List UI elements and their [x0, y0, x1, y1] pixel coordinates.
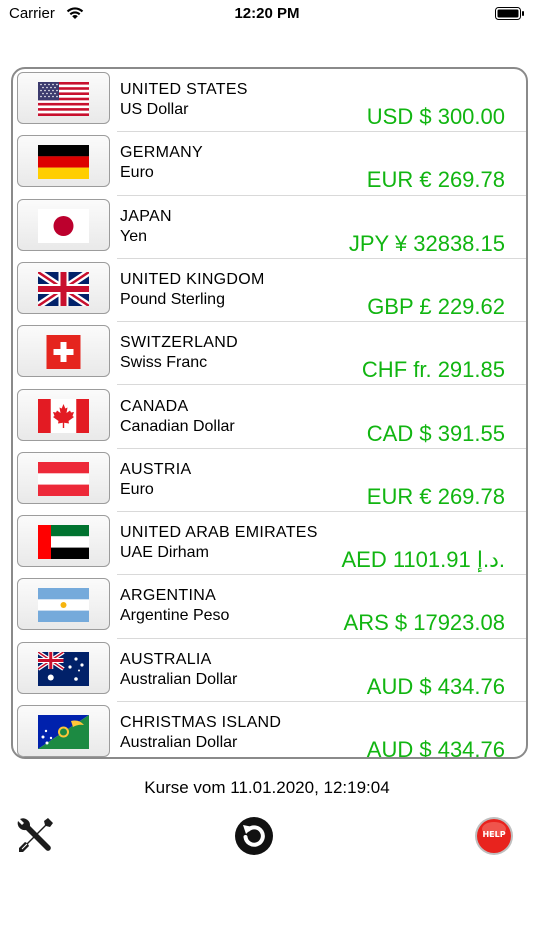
status-bar: Carrier 12:20 PM: [0, 0, 534, 30]
converted-amount: AUD $ 434.76: [366, 737, 505, 759]
flag-button[interactable]: [17, 515, 110, 568]
converted-amount: USD $ 300.00: [366, 104, 505, 129]
canada-flag-icon: [38, 398, 89, 433]
currency-list[interactable]: UNITED STATES US Dollar USD $ 300.00 GER…: [11, 67, 528, 759]
country-name: AUSTRALIA: [120, 650, 212, 668]
flag-button[interactable]: [17, 135, 110, 188]
currency-name: Euro: [120, 480, 154, 498]
country-name: SWITZERLAND: [120, 334, 238, 352]
country-name: UNITED STATES: [120, 81, 248, 98]
germany-flag-icon: [38, 145, 89, 180]
currency-row-eur[interactable]: GERMANY Euro EUR € 269.78: [13, 132, 526, 196]
rates-timestamp: Kurse vom 11.01.2020, 12:19:04: [144, 778, 390, 797]
currency-row-aud[interactable]: AUSTRALIA Australian Dollar AUD $ 434.76: [13, 639, 526, 702]
country-name: AUSTRIA: [120, 460, 192, 478]
japan-flag-icon: [38, 208, 89, 243]
tools-icon: [17, 818, 53, 852]
currency-name: Australian Dollar: [120, 734, 238, 751]
help-button[interactable]: HELP: [474, 816, 514, 856]
converted-amount: EUR € 269.78: [366, 167, 505, 193]
converted-amount: EUR € 269.78: [366, 483, 505, 509]
switzerland-flag-icon: [46, 335, 81, 370]
country-name: CANADA: [120, 397, 189, 415]
battery-icon: [495, 7, 524, 20]
converted-amount: AUD $ 434.76: [366, 673, 505, 699]
currency-name: Swiss Franc: [120, 354, 208, 372]
flag-button[interactable]: [17, 325, 110, 378]
flag-button[interactable]: [17, 72, 110, 124]
austria-flag-icon: [38, 461, 89, 496]
currency-row-cad[interactable]: CANADA Canadian Dollar CAD $ 391.55: [13, 386, 526, 449]
currency-row-aed[interactable]: UNITED ARAB EMIRATES UAE Dirham AED 1101…: [13, 512, 526, 576]
flag-button[interactable]: [17, 578, 110, 631]
us-flag-icon: [38, 82, 89, 116]
currency-row-usd[interactable]: UNITED STATES US Dollar USD $ 300.00: [13, 69, 526, 133]
currency-name: Argentine Peso: [120, 607, 230, 625]
clock: 12:20 PM: [234, 5, 300, 22]
converted-amount: ARS $ 17923.08: [343, 610, 505, 636]
refresh-button[interactable]: [234, 816, 274, 856]
currency-name: Euro: [120, 164, 154, 182]
currency-row-aud-christmas-island[interactable]: CHRISTMAS ISLAND Australian Dollar AUD $…: [13, 702, 526, 759]
refresh-icon: [235, 817, 273, 855]
currency-row-jpy[interactable]: JAPAN Yen JPY ¥ 32838.15: [13, 196, 526, 259]
currency-name: UAE Dirham: [120, 544, 209, 562]
flag-button[interactable]: [17, 641, 110, 694]
country-name: CHRISTMAS ISLAND: [120, 714, 282, 731]
converted-amount: CHF fr. 291.85: [361, 357, 505, 383]
converted-amount: JPY ¥ 32838.15: [348, 230, 505, 256]
currency-row-gbp[interactable]: UNITED KINGDOM Pound Sterling GBP £ 229.…: [13, 259, 526, 323]
converted-amount: AED 1101.91 د.إ.: [341, 547, 505, 573]
flag-button[interactable]: [17, 705, 110, 757]
flag-button[interactable]: [17, 451, 110, 504]
country-name: UNITED ARAB EMIRATES: [120, 524, 318, 542]
flag-button[interactable]: [17, 388, 110, 441]
settings-button[interactable]: [14, 815, 56, 857]
country-name: ARGENTINA: [120, 587, 217, 605]
uae-flag-icon: [38, 525, 89, 560]
currency-name: US Dollar: [120, 101, 189, 118]
australia-flag-icon: [38, 651, 89, 686]
converted-amount: GBP £ 229.62: [367, 293, 505, 319]
currency-name: Pound Sterling: [120, 290, 225, 308]
currency-name: Australian Dollar: [120, 670, 238, 688]
flag-button[interactable]: [17, 198, 110, 251]
christmas-island-flag-icon: [38, 715, 89, 749]
country-name: JAPAN: [120, 207, 172, 225]
currency-row-ars[interactable]: ARGENTINA Argentine Peso ARS $ 17923.08: [13, 575, 526, 639]
argentina-flag-icon: [38, 588, 89, 623]
currency-name: Canadian Dollar: [120, 417, 235, 435]
currency-name: Yen: [120, 227, 147, 245]
flag-button[interactable]: [17, 261, 110, 314]
converted-amount: CAD $ 391.55: [366, 420, 505, 446]
country-name: UNITED KINGDOM: [120, 270, 265, 288]
help-label: HELP: [482, 830, 506, 839]
currency-row-eur-austria[interactable]: AUSTRIA Euro EUR € 269.78: [13, 449, 526, 513]
country-name: GERMANY: [120, 144, 203, 162]
uk-flag-icon: [38, 271, 89, 306]
currency-row-chf[interactable]: SWITZERLAND Swiss Franc CHF fr. 291.85: [13, 322, 526, 386]
